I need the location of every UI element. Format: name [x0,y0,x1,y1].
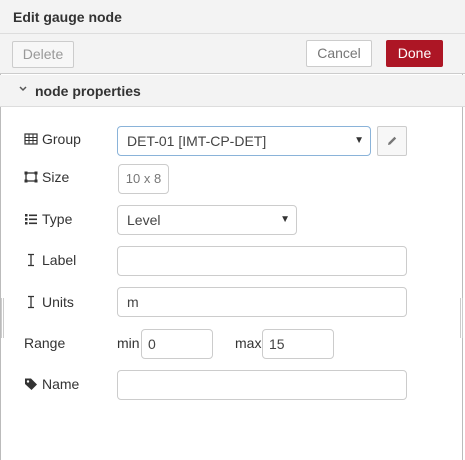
range-label-text: Range [24,335,66,351]
group-select[interactable]: DET-01 [IMT-CP-DET] ▼ [117,126,371,156]
dialog-title: Edit gauge node [13,9,122,25]
range-min-input[interactable]: 0 [141,329,213,359]
label-input[interactable] [117,246,407,276]
tag-icon [24,377,38,391]
type-select[interactable]: Level ▼ [117,205,297,235]
type-label: Type [24,211,72,227]
name-label: Name [24,376,79,392]
range-min-label: min [117,335,140,351]
right-resize-handle[interactable] [460,298,463,338]
left-resize-handle[interactable] [1,298,4,338]
chevron-down-icon: ▼ [354,135,364,146]
range-max-input[interactable]: 15 [262,329,334,359]
range-max-label: max [235,335,262,351]
size-label: Size [24,169,69,185]
section-title: node properties [35,83,141,99]
edit-group-button[interactable] [377,126,407,156]
group-label: Group [24,131,81,147]
type-select-value: Level [127,212,161,228]
label-label: Label [24,252,76,268]
chevron-down-icon: ▼ [280,214,290,225]
label-label-text: Label [42,252,77,268]
chevron-down-icon [18,83,28,97]
units-input[interactable]: m [117,287,407,317]
size-button[interactable]: 10 x 8 [118,164,169,194]
name-input[interactable] [117,370,407,400]
range-max-value: 15 [269,336,285,352]
units-label: Units [24,294,74,310]
delete-button[interactable]: Delete [12,41,74,68]
text-cursor-icon [24,253,38,267]
done-button[interactable]: Done [386,40,443,67]
group-label-text: Group [42,131,81,147]
table-icon [24,132,38,146]
section-header-node-properties[interactable]: node properties [0,75,465,107]
text-cursor-icon [24,295,38,309]
units-label-text: Units [42,294,74,310]
units-input-value: m [127,294,139,310]
range-min-value: 0 [148,336,156,352]
range-label: Range [24,335,65,351]
list-icon [24,212,38,226]
cancel-button[interactable]: Cancel [306,40,372,67]
resize-icon [24,170,38,184]
title-bar: Edit gauge node [0,0,465,34]
size-label-text: Size [42,169,70,185]
group-select-value: DET-01 [IMT-CP-DET] [127,133,267,149]
name-label-text: Name [42,376,80,392]
pencil-icon [386,134,398,150]
type-label-text: Type [42,211,73,227]
